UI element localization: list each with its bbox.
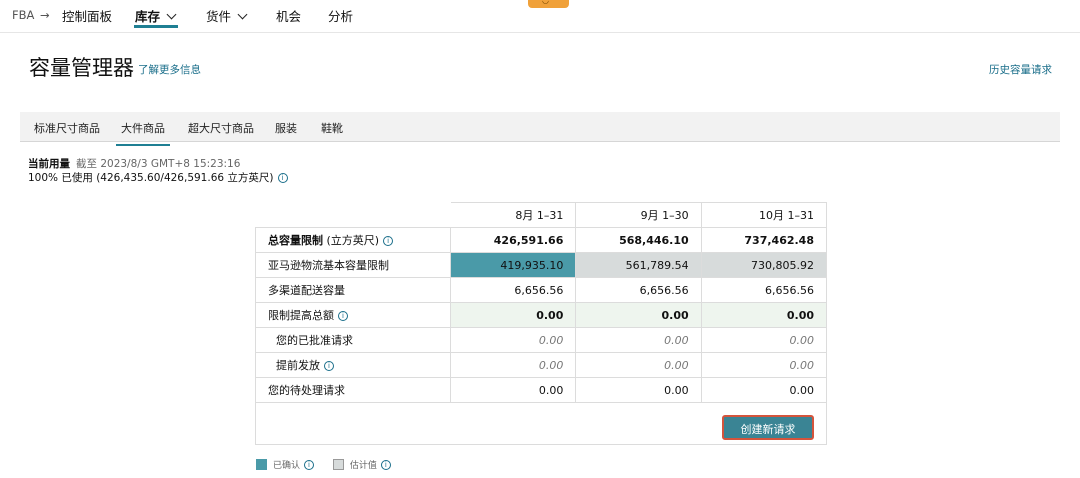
table-cell: 0.00 xyxy=(450,302,577,328)
info-icon[interactable]: i xyxy=(304,460,315,470)
tab-shoes[interactable]: 鞋靴 xyxy=(321,120,343,136)
legend-swatch-estimated xyxy=(332,459,344,470)
table-cell: 0.00 xyxy=(575,377,702,403)
nav-item-inventory-label: 库存 xyxy=(135,9,161,24)
table-cell-estimated: 730,805.92 xyxy=(700,252,828,278)
row-label: 您的待处理请求 xyxy=(254,377,452,403)
row-label: 总容量限制 (立方英尺) i xyxy=(254,227,452,253)
category-tabs: 标准尺寸商品 大件商品 超大尺寸商品 服装 鞋靴 xyxy=(20,112,1060,146)
table-cell: 0.00 xyxy=(700,377,828,403)
brand-logo-tab: ◡ xyxy=(528,0,569,8)
table-row-base-limit: 亚马逊物流基本容量限制 419,935.10 561,789.54 730,80… xyxy=(254,252,828,278)
create-request-button[interactable]: 创建新请求 xyxy=(722,415,814,440)
tab-standard[interactable]: 标准尺寸商品 xyxy=(34,120,100,136)
table-header-row: 8月 1–31 9月 1–30 10月 1–31 xyxy=(255,202,828,228)
column-header: 8月 1–31 xyxy=(450,202,577,228)
legend-confirmed: 已确认 xyxy=(273,461,301,471)
nav-active-indicator xyxy=(134,25,178,28)
table-cell: 6,656.56 xyxy=(575,277,702,303)
nav-item-analytics[interactable]: 分析 xyxy=(328,6,353,25)
row-label-text: 限制提高总额 xyxy=(268,309,334,322)
table-cell-confirmed: 419,935.10 xyxy=(450,252,577,278)
nav-item-dashboard[interactable]: 控制面板 xyxy=(62,6,112,25)
table-row-mcf: 多渠道配送容量 6,656.56 6,656.56 6,656.56 xyxy=(254,277,828,303)
table-cell: 0.00 xyxy=(700,327,828,353)
row-label: 多渠道配送容量 xyxy=(254,277,452,303)
table-row-approved: 您的已批准请求 0.00 0.00 0.00 xyxy=(254,327,828,353)
table-cell: 0.00 xyxy=(700,302,828,328)
info-icon[interactable]: i xyxy=(380,460,391,470)
legend-estimated: 估计值 xyxy=(349,461,377,471)
column-header: 10月 1–31 xyxy=(701,202,828,228)
table-cell: 6,656.56 xyxy=(700,277,828,303)
table-row-total-limit: 总容量限制 (立方英尺) i 426,591.66 568,446.10 737,… xyxy=(254,227,828,253)
tab-large[interactable]: 大件商品 xyxy=(116,120,170,146)
table-cell: 0.00 xyxy=(450,377,577,403)
page-title: 容量管理器 xyxy=(29,56,134,80)
row-unit: (立方英尺) xyxy=(326,234,380,247)
table-cell: 0.00 xyxy=(575,302,702,328)
nav-item-opportunities[interactable]: 机会 xyxy=(276,6,301,25)
row-label-text: 提前发放 xyxy=(276,359,320,372)
row-label: 限制提高总额 i xyxy=(254,302,452,328)
table-cell: 0.00 xyxy=(450,327,577,353)
info-icon[interactable]: i xyxy=(277,173,288,183)
usage-timestamp: 截至 2023/8/3 GMT+8 15:23:16 xyxy=(76,158,241,170)
legend-swatch-confirmed xyxy=(256,459,267,470)
learn-more-link[interactable]: 了解更多信息 xyxy=(138,62,201,77)
legend: 已确认 i 估计值 i xyxy=(256,458,391,471)
table-cell: 426,591.66 xyxy=(450,227,577,253)
row-label: 亚马逊物流基本容量限制 xyxy=(254,252,452,278)
chevron-down-icon xyxy=(237,9,248,20)
nav-item-inventory[interactable]: 库存 xyxy=(135,6,177,25)
usage-label: 当前用量 xyxy=(28,158,70,170)
table-row-pending: 您的待处理请求 0.00 0.00 0.00 xyxy=(254,377,828,403)
table-cell: 0.00 xyxy=(450,352,577,378)
table-cell: 0.00 xyxy=(575,327,702,353)
capacity-table: 8月 1–31 9月 1–30 10月 1–31 总容量限制 (立方英尺) i 4… xyxy=(254,202,828,445)
nav-root[interactable]: FBA xyxy=(12,8,34,22)
column-header: 9月 1–30 xyxy=(575,202,702,228)
table-cell-estimated: 561,789.54 xyxy=(575,252,702,278)
tab-apparel[interactable]: 服装 xyxy=(275,120,297,136)
info-icon[interactable]: i xyxy=(324,361,334,371)
usage-summary: 当前用量 截至 2023/8/3 GMT+8 15:23:16 xyxy=(28,156,240,171)
smile-icon: ◡ xyxy=(542,0,549,5)
table-row-early-release: 提前发放 i 0.00 0.00 0.00 xyxy=(254,352,828,378)
usage-used-text: 100% 已使用 (426,435.60/426,591.66 立方英尺) xyxy=(28,172,274,184)
arrow-right-icon: → xyxy=(40,8,50,22)
row-label: 您的已批准请求 xyxy=(254,327,452,353)
row-label-text: 总容量限制 xyxy=(268,234,323,247)
table-cell: 6,656.56 xyxy=(450,277,577,303)
table-header-blank xyxy=(255,202,451,228)
usage-used: 100% 已使用 (426,435.60/426,591.66 立方英尺) i xyxy=(28,170,288,185)
nav-item-shipments[interactable]: 货件 xyxy=(206,6,248,25)
tab-oversize[interactable]: 超大尺寸商品 xyxy=(188,120,254,136)
table-cell: 737,462.48 xyxy=(700,227,828,253)
table-cell: 0.00 xyxy=(575,352,702,378)
table-row-increase-total: 限制提高总额 i 0.00 0.00 0.00 xyxy=(254,302,828,328)
table-cell: 568,446.10 xyxy=(575,227,702,253)
row-label: 提前发放 i xyxy=(254,352,452,378)
top-nav: FBA → 控制面板 库存 货件 机会 分析 ◡ xyxy=(0,0,1080,33)
nav-item-shipments-label: 货件 xyxy=(206,9,232,24)
info-icon[interactable]: i xyxy=(338,311,348,321)
info-icon[interactable]: i xyxy=(383,236,394,246)
chevron-down-icon xyxy=(166,9,177,20)
history-requests-link[interactable]: 历史容量请求 xyxy=(989,62,1052,77)
table-cell: 0.00 xyxy=(700,352,828,378)
